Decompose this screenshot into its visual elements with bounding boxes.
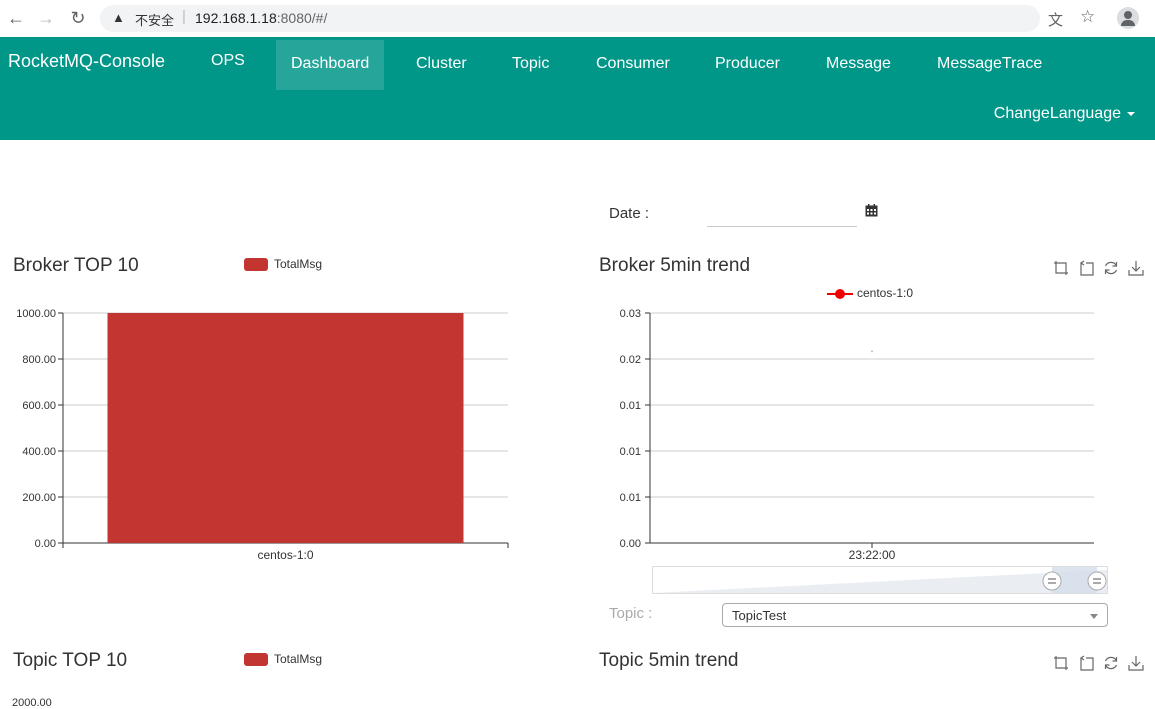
nav-ops[interactable]: OPS bbox=[211, 52, 245, 70]
nav-consumer[interactable]: Consumer bbox=[596, 55, 670, 73]
y-tick-label: 0.03 bbox=[620, 308, 641, 320]
legend-label[interactable]: TotalMsg bbox=[274, 652, 322, 666]
zoom-icon[interactable] bbox=[1053, 655, 1069, 671]
date-input[interactable] bbox=[707, 200, 857, 227]
url-text: 192.168.1.18:8080/#/ bbox=[195, 10, 327, 26]
topic-trend-title: Topic 5min trend bbox=[599, 650, 739, 671]
caret-down-icon bbox=[1127, 111, 1135, 116]
y-tick-label: 800.00 bbox=[22, 354, 56, 366]
legend-line-icon[interactable] bbox=[827, 287, 853, 301]
top-navbar: RocketMQ-Console OPS Dashboard Cluster T… bbox=[0, 37, 1155, 140]
warning-icon: ▲ bbox=[112, 10, 125, 25]
reload-icon[interactable]: ↻ bbox=[68, 8, 88, 28]
restore-icon[interactable] bbox=[1103, 260, 1119, 276]
forward-icon[interactable]: → bbox=[36, 8, 56, 28]
bookmark-star-icon[interactable]: ☆ bbox=[1080, 7, 1095, 27]
nav-dashboard[interactable]: Dashboard bbox=[291, 55, 369, 73]
legend-swatch[interactable] bbox=[244, 258, 268, 271]
y-tick-label: 0.00 bbox=[620, 538, 641, 550]
nav-cluster[interactable]: Cluster bbox=[416, 55, 467, 73]
x-tick-label: centos-1:0 bbox=[257, 548, 313, 562]
data-zoom-slider[interactable] bbox=[652, 566, 1108, 594]
y-tick-label: 0.01 bbox=[620, 446, 641, 458]
broker-top10-title: Broker TOP 10 bbox=[13, 255, 139, 276]
broker-top10-chart: 0.00 200.00 400.00 600.00 800.00 1000.00 cento… bbox=[16, 308, 509, 562]
slider-handle-left[interactable] bbox=[1042, 571, 1062, 591]
topic-select[interactable]: TopicTest bbox=[722, 603, 1108, 627]
y-tick-label: 0.01 bbox=[620, 400, 641, 412]
date-label: Date : bbox=[609, 205, 650, 222]
x-tick-label: 23:22:00 bbox=[849, 548, 896, 562]
url-path: :8080/#/ bbox=[276, 10, 328, 26]
topic-label: Topic : bbox=[609, 605, 653, 622]
back-icon[interactable]: ← bbox=[6, 8, 26, 28]
legend-swatch[interactable] bbox=[244, 653, 268, 666]
change-language-label: ChangeLanguage bbox=[993, 105, 1121, 122]
profile-avatar-icon[interactable] bbox=[1117, 7, 1139, 29]
nav-message[interactable]: Message bbox=[826, 55, 891, 73]
address-bar[interactable]: ▲ 不安全 | 192.168.1.18:8080/#/ bbox=[100, 5, 1040, 32]
broker-trend-chart: 0.00 0.01 0.01 0.01 0.02 0.03 23:22:00 bbox=[620, 308, 1094, 562]
y-tick-label: 2000.00 bbox=[12, 697, 52, 709]
translate-icon[interactable]: 文 bbox=[1048, 9, 1063, 30]
topic-top10-title: Topic TOP 10 bbox=[13, 650, 128, 671]
y-tick-label: 1000.00 bbox=[16, 308, 56, 320]
y-tick-label: 0.00 bbox=[35, 538, 56, 550]
save-image-icon[interactable] bbox=[1128, 260, 1144, 276]
brand-logo[interactable]: RocketMQ-Console bbox=[8, 51, 165, 72]
nav-topic[interactable]: Topic bbox=[512, 55, 549, 73]
nav-messagetrace[interactable]: MessageTrace bbox=[937, 55, 1042, 73]
zoom-icon[interactable] bbox=[1053, 260, 1069, 276]
save-image-icon[interactable] bbox=[1128, 655, 1144, 671]
legend-label[interactable]: TotalMsg bbox=[274, 257, 322, 271]
zoom-reset-icon[interactable] bbox=[1078, 655, 1094, 671]
insecure-label: 不安全 bbox=[135, 13, 175, 28]
slider-handle-right[interactable] bbox=[1087, 571, 1107, 591]
y-tick-label: 0.01 bbox=[620, 492, 641, 504]
y-tick-label: 600.00 bbox=[22, 400, 56, 412]
topic-select-value: TopicTest bbox=[732, 608, 787, 623]
change-language-dropdown[interactable]: ChangeLanguage bbox=[994, 105, 1135, 123]
calendar-icon[interactable] bbox=[865, 204, 878, 217]
y-tick-label: 400.00 bbox=[22, 446, 56, 458]
zoom-reset-icon[interactable] bbox=[1078, 260, 1094, 276]
y-tick-label: 200.00 bbox=[22, 492, 56, 504]
data-point bbox=[871, 350, 873, 353]
legend-label[interactable]: centos-1:0 bbox=[857, 286, 913, 300]
bar bbox=[107, 313, 464, 543]
select-arrow-icon bbox=[1090, 614, 1098, 619]
nav-producer[interactable]: Producer bbox=[715, 55, 780, 73]
address-separator: | bbox=[182, 8, 186, 25]
url-host: 192.168.1.18 bbox=[195, 10, 277, 26]
restore-icon[interactable] bbox=[1103, 655, 1119, 671]
browser-toolbar: ← → ↻ ▲ 不安全 | 192.168.1.18:8080/#/ 文 ☆ bbox=[0, 0, 1155, 38]
y-tick-label: 0.02 bbox=[620, 354, 641, 366]
broker-trend-title: Broker 5min trend bbox=[599, 255, 751, 276]
